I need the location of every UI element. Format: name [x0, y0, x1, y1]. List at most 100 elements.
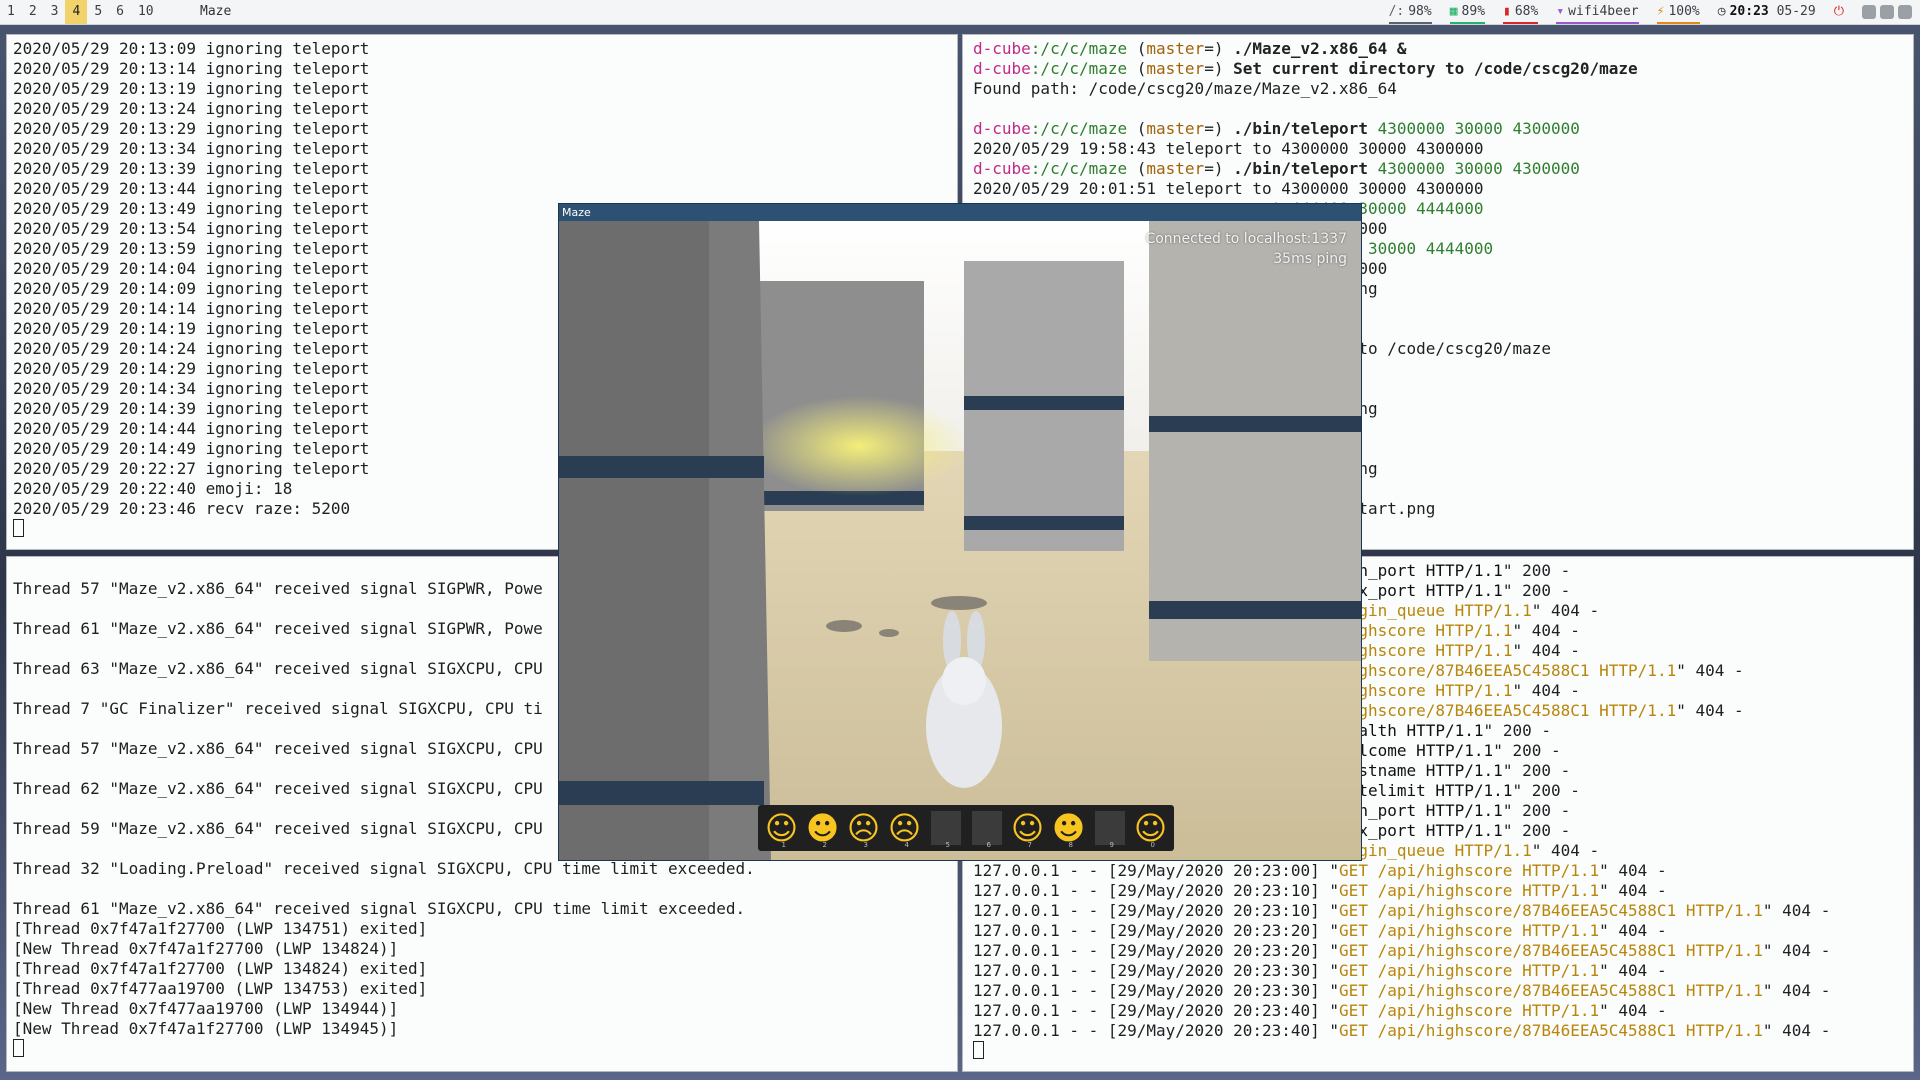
terminal-line: [Thread 0x7f47a1f27700 (LWP 134751) exit…: [13, 919, 428, 938]
log-status: " 404 -: [1762, 981, 1831, 1000]
status-disk: /: 98%: [1388, 1, 1432, 24]
workspace-3[interactable]: 3: [44, 0, 66, 24]
emoji-slot[interactable]: ☹ 4: [886, 808, 923, 849]
log-request: GET /api/highscore HTTP/1.1: [1339, 961, 1600, 980]
lava-glow: [749, 396, 969, 496]
terminal-line: [New Thread 0x7f47a1f27700 (LWP 134945)]: [13, 1019, 399, 1038]
log-status: " 200 -: [1502, 761, 1571, 780]
log-request: GET /api/highscore/87B46EEA5C4588C1 HTTP…: [1339, 941, 1763, 960]
log-status: " 404 -: [1599, 961, 1667, 980]
log-status: " 200 -: [1502, 581, 1571, 600]
log-status: " 200 -: [1512, 781, 1580, 800]
emoji-slot[interactable]: ☻ 8: [1050, 808, 1087, 849]
game-window-title: Maze: [559, 204, 1361, 221]
terminal-line: [New Thread 0x7f477aa19700 (LWP 134944)]: [13, 999, 399, 1018]
emoji-slot[interactable]: 6: [968, 808, 1005, 849]
terminal-cursor: [973, 1041, 984, 1059]
log-status: " 200 -: [1483, 721, 1551, 740]
log-prefix: 127.0.0.1 - - [29/May/2020 20:23:40] ": [973, 1021, 1340, 1040]
log-status: " 404 -: [1512, 641, 1580, 660]
log-status: " 200 -: [1502, 801, 1571, 820]
log-status: " 404 -: [1762, 1021, 1831, 1040]
terminal-line: 2020/05/29 20:01:51 teleport to 4300000 …: [973, 179, 1484, 198]
http-log-line: 127.0.0.1 - - [29/May/2020 20:23:30] "GE…: [973, 961, 1909, 981]
log-prefix: 127.0.0.1 - - [29/May/2020 20:23:30] ": [973, 961, 1340, 980]
terminal-line: 2020/05/29 20:13:39 ignoring teleport: [13, 159, 370, 178]
terminal-line: [Thread 0x7f477aa19700 (LWP 134753) exit…: [13, 979, 428, 998]
prompt-path: :/c/c/maze: [1030, 39, 1128, 58]
cpu-icon: ▮: [1503, 4, 1511, 19]
status-battery-bar: [1656, 22, 1700, 24]
terminal-line: 2020/05/29 20:13:14 ignoring teleport: [13, 59, 370, 78]
terminal-line: [New Thread 0x7f47a1f27700 (LWP 134824)]: [13, 939, 399, 958]
workspace-switcher: 1 2 3 4 5 6 10: [0, 0, 161, 24]
terminal-line: Found path: /code/cscg20/maze/Maze_v2.x8…: [973, 79, 1397, 98]
terminal-line: d-cube:/c/c/maze (master=) Set current d…: [973, 59, 1909, 79]
prompt-branch-paren: (: [1127, 159, 1147, 178]
clock-date: 05-29: [1776, 4, 1816, 19]
http-log-line: 127.0.0.1 - - [29/May/2020 20:23:10] "GE…: [973, 901, 1909, 921]
prompt-host: d-cube: [973, 59, 1031, 78]
hotkey-label: 3: [863, 841, 868, 849]
hotkey-label: 2: [822, 841, 827, 849]
prompt-path: :/c/c/maze: [1030, 119, 1128, 138]
empty-slot-icon: [971, 811, 1002, 845]
http-log-line: 127.0.0.1 - - [29/May/2020 20:23:20] "GE…: [973, 941, 1909, 961]
emoji-slot[interactable]: 5: [927, 808, 964, 849]
disk-icon: /:: [1388, 4, 1405, 19]
status-cpu-value: 68%: [1514, 4, 1539, 19]
log-status: " 404 -: [1762, 941, 1831, 960]
terminal-line: d-cube:/c/c/maze (master=) ./bin/telepor…: [973, 119, 1909, 139]
log-prefix: 127.0.0.1 - - [29/May/2020 20:23:20] ": [973, 941, 1340, 960]
log-request: GET /api/highscore/87B46EEA5C4588C1 HTTP…: [1339, 901, 1763, 920]
log-status: " 404 -: [1599, 881, 1667, 900]
log-status: " 404 -: [1531, 601, 1600, 620]
workspace-4[interactable]: 4: [65, 0, 88, 24]
prompt-host: d-cube: [973, 39, 1031, 58]
game-viewport[interactable]: Connected to localhost:1337 35ms ping ☺ 1…: [559, 221, 1361, 860]
prompt-branch-paren: =): [1204, 119, 1224, 138]
http-log-line: 127.0.0.1 - - [29/May/2020 20:23:40] "GE…: [973, 1021, 1909, 1041]
prompt-branch: master: [1146, 59, 1205, 78]
terminal-line: Thread 32 "Loading.Preload" received sig…: [13, 859, 755, 878]
command-text: ./Maze_v2.x86_64 &: [1223, 39, 1407, 58]
terminal-line: 2020/05/29 20:13:34 ignoring teleport: [13, 139, 370, 158]
prompt-branch: master: [1146, 159, 1205, 178]
hotkey-label: 4: [904, 841, 909, 849]
maze-game-window[interactable]: Maze Connected to localhost:1337 35ms pi…: [558, 203, 1362, 861]
prompt-branch-paren: (: [1127, 59, 1147, 78]
power-icon[interactable]: ⏻: [1834, 1, 1844, 23]
http-log-line: 127.0.0.1 - - [29/May/2020 20:23:10] "GE…: [973, 881, 1909, 901]
ram-icon: ▦: [1449, 4, 1458, 19]
connection-status: Connected to localhost:1337: [1145, 231, 1347, 247]
workspace-10[interactable]: 10: [131, 0, 161, 24]
emoji-slot[interactable]: ☺ 1: [763, 808, 800, 849]
tray-app-icon[interactable]: [1880, 5, 1894, 19]
tray-app-icon[interactable]: [1898, 5, 1912, 19]
emoji-slot[interactable]: ☹ 3: [845, 808, 882, 849]
workspace-5[interactable]: 5: [87, 0, 109, 24]
right-brick-wall: [1149, 221, 1361, 661]
workspace-2[interactable]: 2: [22, 0, 44, 24]
emoji-slot[interactable]: ☺ 0: [1132, 808, 1169, 849]
emoji-slot[interactable]: 9: [1091, 808, 1128, 849]
tray-app-icon[interactable]: [1862, 5, 1876, 19]
workspace-1[interactable]: 1: [0, 0, 22, 24]
emoji-slot[interactable]: ☻ 2: [804, 808, 841, 849]
log-request: GET /api/highscore HTTP/1.1: [1339, 881, 1600, 900]
terminal-line: d-cube:/c/c/maze (master=) ./Maze_v2.x86…: [973, 39, 1909, 59]
terminal-line: [Thread 0x7f47a1f27700 (LWP 134824) exit…: [13, 959, 428, 978]
status-battery-value: 100%: [1668, 4, 1700, 19]
log-status: " 200 -: [1502, 561, 1571, 580]
emoji-slot[interactable]: ☺ 7: [1009, 808, 1046, 849]
hotkey-label: 1: [781, 841, 786, 849]
terminal-cursor: [13, 1039, 24, 1057]
terminal-cursor: [13, 519, 24, 537]
hotkey-label: 7: [1027, 841, 1032, 849]
workspace-6[interactable]: 6: [109, 0, 131, 24]
status-wifi-bar: [1556, 22, 1639, 24]
prompt-branch-paren: (: [1127, 119, 1147, 138]
log-status: " 200 -: [1502, 821, 1571, 840]
terminal-line: 2020/05/29 19:58:43 teleport to 4300000 …: [973, 139, 1484, 158]
